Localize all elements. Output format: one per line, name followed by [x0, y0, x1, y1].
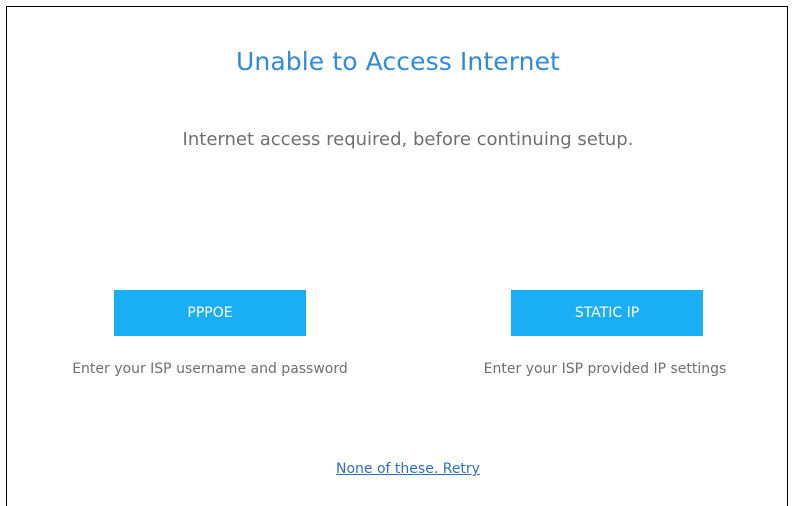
page-subtitle: Internet access required, before continu… — [182, 129, 634, 150]
pppoe-button[interactable]: PPPOE — [114, 290, 306, 336]
static-ip-description: Enter your ISP provided IP settings — [483, 361, 727, 377]
page-title: Unable to Access Internet — [236, 47, 560, 76]
static-ip-button[interactable]: STATIC IP — [511, 290, 703, 336]
retry-link[interactable]: None of these. Retry — [0, 461, 796, 477]
pppoe-description: Enter your ISP username and password — [72, 361, 348, 377]
setup-dialog — [6, 6, 788, 506]
